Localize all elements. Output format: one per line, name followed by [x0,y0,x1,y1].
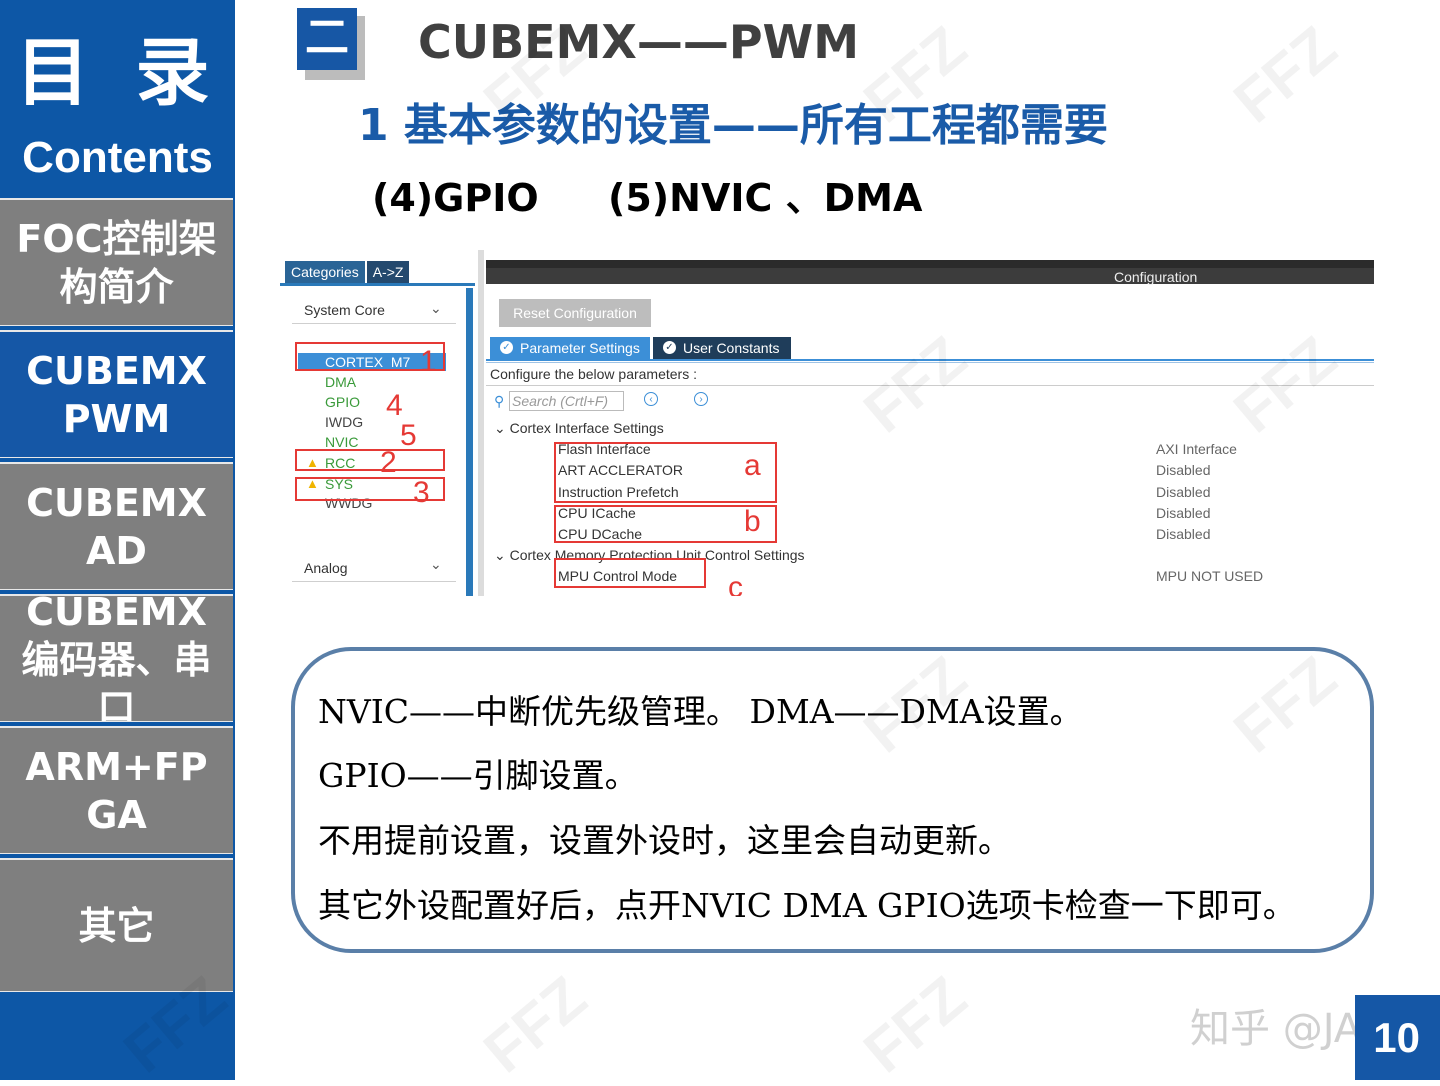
section-number: 二 [297,8,357,70]
group-analog[interactable]: Analog [304,560,348,576]
section-cortex-interface[interactable]: ⌄ Cortex Interface Settings [494,420,664,437]
annotation-box [295,449,445,471]
tab-label: User Constants [683,340,780,356]
nav-item-arm-fpga[interactable]: ARM+FPGA [0,726,233,854]
nav-item-foc[interactable]: FOC控制架构简介 [0,198,233,326]
tab-underline [280,283,475,286]
nav-item-cubemx-pwm[interactable]: CUBEMX PWM [0,330,233,458]
item-iwdg[interactable]: IWDG [325,413,363,431]
page-title: CUBEMX——PWM [418,15,860,69]
group-system-core[interactable]: System Core [304,302,385,318]
value-mpu-control-mode[interactable]: MPU NOT USED [1156,568,1263,584]
watermark: FFZ [471,963,599,1086]
annotation-number: 2 [380,446,397,479]
note-line: 其它外设配置好后，点开NVIC DMA GPIO选项卡检查一下即可。 [318,886,1296,925]
section-badge: 二 [297,8,365,80]
group-divider [292,581,456,582]
watermark: FFZ [1221,13,1349,136]
check-icon: ✓ [663,341,676,354]
cubemx-screenshot: Categories A->Z System Core ⌄ CORTEX_M7 … [280,250,1374,596]
annotation-box [554,558,706,588]
page-number: 10 [1355,995,1440,1080]
configuration-title: Configuration [1114,269,1198,285]
left-scrollbar[interactable] [466,288,473,596]
value-cpu-dcache[interactable]: Disabled [1156,526,1210,542]
watermark: FFZ [851,963,979,1086]
annotation-letter: a [744,449,761,482]
nav-item-cubemx-encoder[interactable]: CUBEMX编码器、串口 [0,594,233,722]
annotation-number: 5 [400,419,417,452]
value-flash-interface[interactable]: AXI Interface [1156,441,1237,457]
note-line: GPIO——引脚设置。 [318,756,638,795]
value-art-accelerator[interactable]: Disabled [1156,462,1210,478]
chevron-down-icon[interactable]: ⌄ [430,556,442,573]
reset-configuration-button[interactable]: Reset Configuration [499,299,651,327]
configuration-bar-top [486,260,1374,268]
search-next-icon[interactable]: › [694,392,708,406]
tab-user-constants[interactable]: ✓ User Constants [653,337,791,359]
value-cpu-icache[interactable]: Disabled [1156,505,1210,521]
tab-a-z[interactable]: A->Z [366,261,410,283]
item-gpio[interactable]: GPIO [325,393,360,411]
tab-label: Parameter Settings [520,340,640,356]
sidebar: 目 录 Contents FOC控制架构简介 CUBEMX PWM CUBEMX… [0,0,235,1080]
nav-label: FOC控制架构简介 [16,216,217,309]
page-subtitle: 1 基本参数的设置——所有工程都需要 [358,100,1108,151]
search-icon: ⚲ [494,393,505,409]
nav-label: ARM+FPGA [25,744,208,837]
annotation-number: 3 [413,476,430,509]
value-instruction-prefetch[interactable]: Disabled [1156,484,1210,500]
annotation-letter: b [744,505,761,538]
annotation-number: 1 [420,345,437,378]
item-nvic-dma: (5)NVIC 、DMA [608,176,923,220]
toc-header: 目 录 Contents [0,0,235,198]
configure-hint: Configure the below parameters : [490,366,697,382]
annotation-number: 4 [386,389,403,422]
nav-item-cubemx-ad[interactable]: CUBEMX AD [0,462,233,590]
tab-categories[interactable]: Categories [285,261,365,283]
item-dma[interactable]: DMA [325,373,356,391]
toc-subtitle: Contents [22,133,213,182]
nav-label: CUBEMX AD [26,480,207,573]
section-label: Cortex Interface Settings [509,420,664,436]
chevron-down-icon[interactable]: ⌄ [430,300,442,317]
nav-label: 其它 [78,903,155,948]
search-input[interactable]: Search (Crtl+F) [509,391,624,411]
tab-parameter-settings[interactable]: ✓ Parameter Settings [490,337,650,359]
note-line: 不用提前设置，设置外设时，这里会自动更新。 [318,821,1011,860]
annotation-letter: c [728,571,743,597]
nav-label: CUBEMX PWM [26,348,207,441]
nav-label: CUBEMX编码器、串口 [21,594,212,722]
item-gpio: (4)GPIO [372,176,539,220]
group-divider [292,323,456,324]
check-icon: ✓ [500,341,513,354]
search-prev-icon[interactable]: ‹ [644,392,658,406]
toc-title: 目 录 [15,30,220,116]
category-tabs: Categories A->Z [285,261,411,283]
panel-separator [478,250,484,596]
